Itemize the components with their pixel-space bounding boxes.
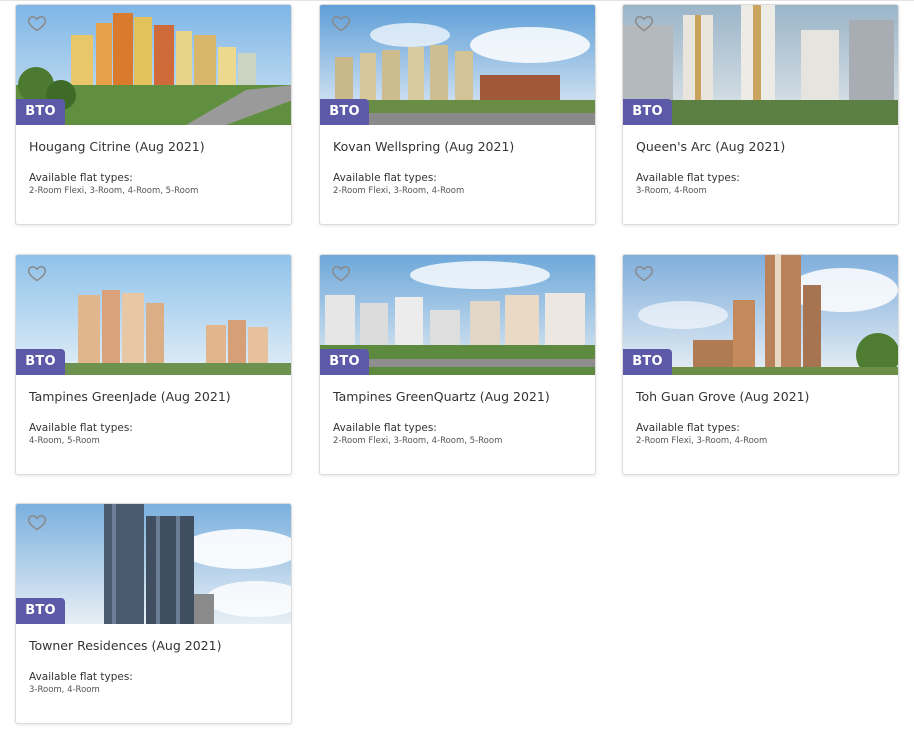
flat-types-value: 2-Room Flexi, 3-Room, 4-Room, 5-Room — [333, 436, 503, 446]
flat-types-label: Available flat types: — [333, 172, 437, 184]
heart-icon[interactable] — [634, 263, 654, 283]
flat-types-value: 2-Room Flexi, 3-Room, 4-Room — [333, 186, 465, 196]
heart-icon[interactable] — [27, 13, 47, 33]
bto-badge: BTO — [623, 349, 672, 375]
listing-card[interactable]: BTO Queen's Arc (Aug 2021) Available fla… — [622, 4, 899, 225]
listing-title[interactable]: Tampines GreenJade (Aug 2021) — [29, 389, 231, 404]
flat-types-value: 2-Room Flexi, 3-Room, 4-Room, 5-Room — [29, 186, 199, 196]
listing-card[interactable]: BTO Toh Guan Grove (Aug 2021) Available … — [622, 254, 899, 475]
listing-image[interactable]: BTO — [320, 255, 595, 375]
heart-icon[interactable] — [27, 263, 47, 283]
flat-types-value: 2-Room Flexi, 3-Room, 4-Room — [636, 436, 768, 446]
flat-types-label: Available flat types: — [636, 172, 740, 184]
listing-image[interactable]: BTO — [320, 5, 595, 125]
top-divider — [0, 0, 914, 1]
bto-badge: BTO — [16, 598, 65, 624]
flat-types-value: 3-Room, 4-Room — [636, 186, 707, 196]
listing-card[interactable]: BTO Hougang Citrine (Aug 2021) Available… — [15, 4, 292, 225]
flat-types-value: 4-Room, 5-Room — [29, 436, 100, 446]
listing-title[interactable]: Queen's Arc (Aug 2021) — [636, 139, 785, 154]
listing-title[interactable]: Toh Guan Grove (Aug 2021) — [636, 389, 809, 404]
listing-image[interactable]: BTO — [16, 255, 291, 375]
heart-icon[interactable] — [634, 13, 654, 33]
bto-badge: BTO — [16, 99, 65, 125]
flat-types-value: 3-Room, 4-Room — [29, 685, 100, 695]
listing-title[interactable]: Towner Residences (Aug 2021) — [29, 638, 221, 653]
heart-icon[interactable] — [27, 512, 47, 532]
listing-image[interactable]: BTO — [16, 504, 291, 624]
listing-title[interactable]: Kovan Wellspring (Aug 2021) — [333, 139, 514, 154]
heart-icon[interactable] — [331, 13, 351, 33]
listing-image[interactable]: BTO — [623, 255, 898, 375]
listing-image[interactable]: BTO — [623, 5, 898, 125]
listing-card[interactable]: BTO Tampines GreenQuartz (Aug 2021) Avai… — [319, 254, 596, 475]
heart-icon[interactable] — [331, 263, 351, 283]
bto-badge: BTO — [16, 349, 65, 375]
listing-card[interactable]: BTO Towner Residences (Aug 2021) Availab… — [15, 503, 292, 724]
bto-badge: BTO — [320, 349, 369, 375]
bto-badge: BTO — [320, 99, 369, 125]
listing-card[interactable]: BTO Tampines GreenJade (Aug 2021) Availa… — [15, 254, 292, 475]
listing-title[interactable]: Hougang Citrine (Aug 2021) — [29, 139, 205, 154]
listing-image[interactable]: BTO — [16, 5, 291, 125]
listing-card[interactable]: BTO Kovan Wellspring (Aug 2021) Availabl… — [319, 4, 596, 225]
flat-types-label: Available flat types: — [333, 422, 437, 434]
flat-types-label: Available flat types: — [29, 172, 133, 184]
listing-title[interactable]: Tampines GreenQuartz (Aug 2021) — [333, 389, 550, 404]
bto-badge: BTO — [623, 99, 672, 125]
flat-types-label: Available flat types: — [29, 671, 133, 683]
flat-types-label: Available flat types: — [29, 422, 133, 434]
flat-types-label: Available flat types: — [636, 422, 740, 434]
